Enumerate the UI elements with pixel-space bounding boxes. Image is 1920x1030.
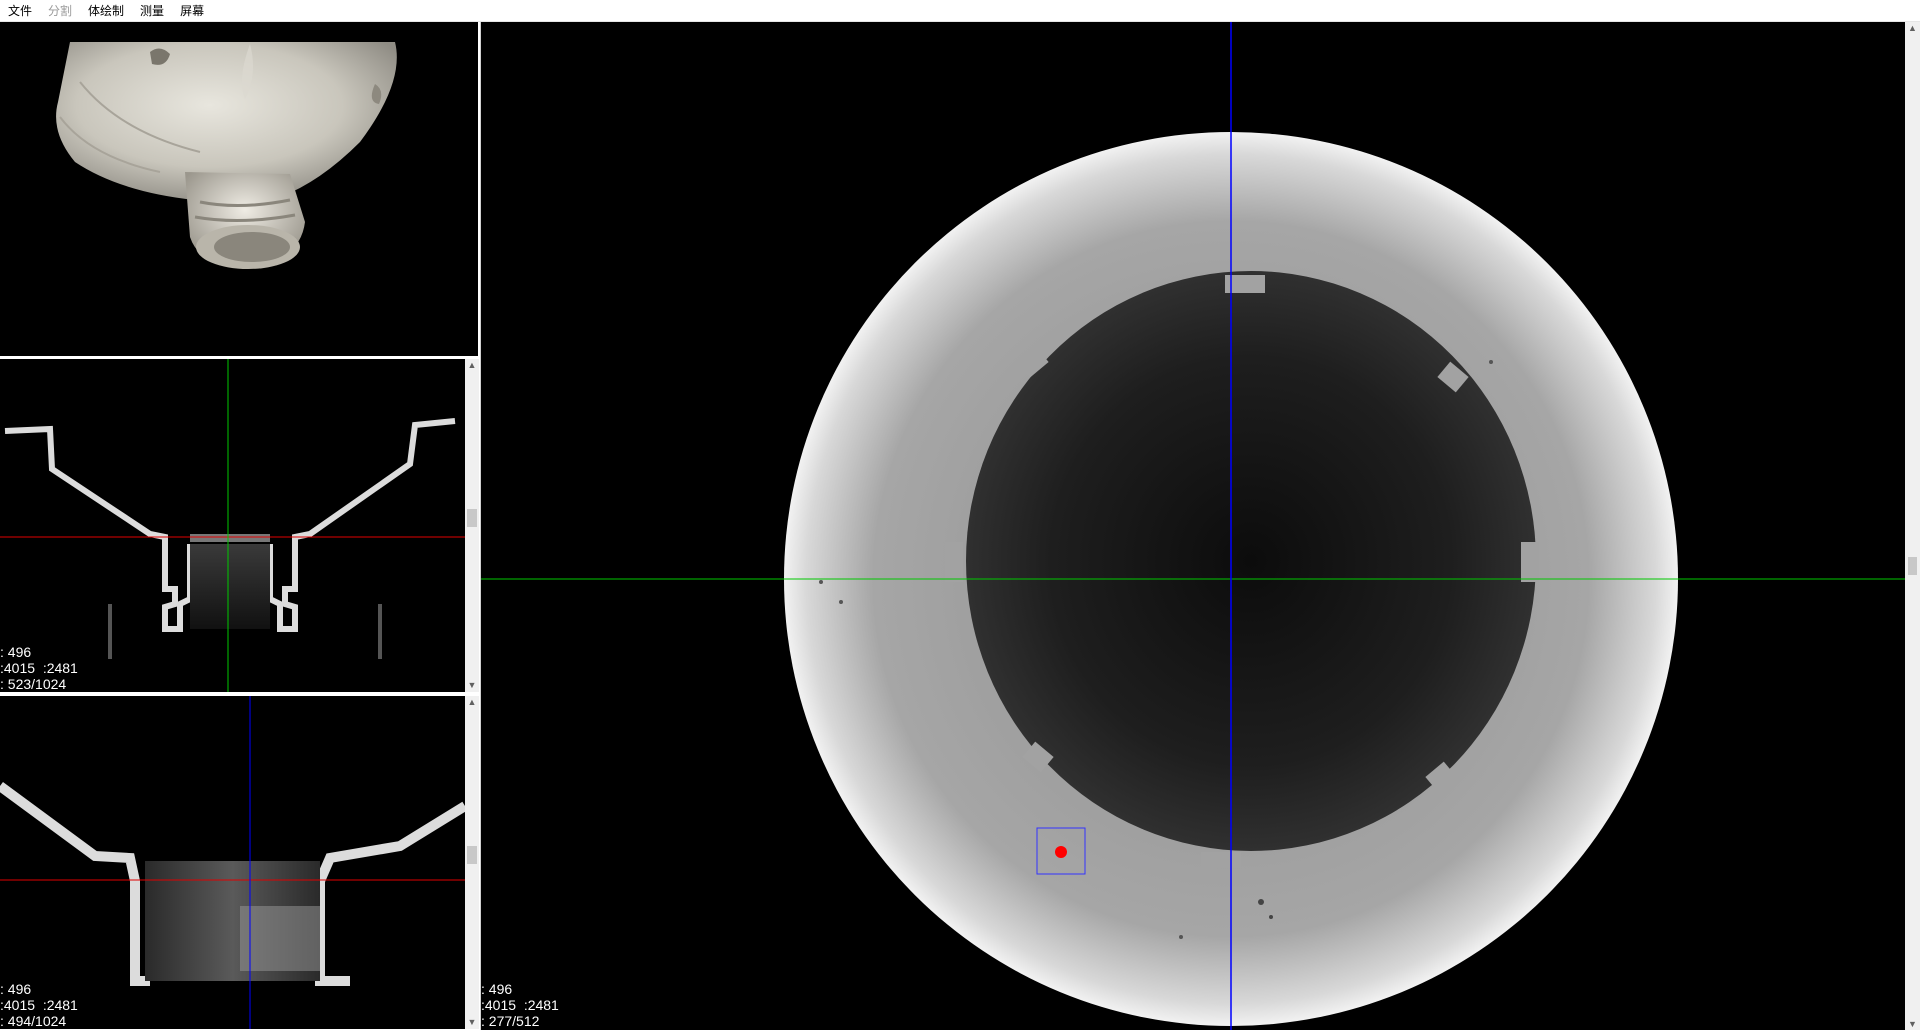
menu-file[interactable]: 文件: [0, 0, 40, 22]
menu-volume-render[interactable]: 体绘制: [80, 0, 132, 22]
left-panel: : 496 :4015 :2481 : 523/1024 ▲ ▼ : 496:…: [0, 22, 480, 1030]
volume-render-view[interactable]: [0, 22, 478, 356]
sagittal-slice-image: [0, 359, 465, 692]
axial-info-line2: :4015 :2481: [481, 997, 559, 1013]
sagittal-scroll-thumb[interactable]: [467, 509, 477, 527]
scroll-down-icon[interactable]: ▼: [1905, 1018, 1920, 1030]
menu-segmentation[interactable]: 分割: [40, 0, 80, 22]
coronal-scrollbar[interactable]: ▲ ▼: [465, 696, 479, 1029]
coronal-scroll-thumb[interactable]: [467, 846, 477, 864]
coronal-slice-view[interactable]: : 496 :4015 :2481 : 494/1024: [0, 696, 465, 1029]
volume-render-image: [56, 42, 397, 269]
sagittal-slice-view[interactable]: : 496 :4015 :2481 : 523/1024: [0, 359, 465, 692]
sagittal-info-line3: : 523/1024: [0, 676, 67, 692]
defect-marker: [1055, 846, 1067, 858]
scroll-up-icon[interactable]: ▲: [1905, 22, 1920, 34]
sagittal-scrollbar[interactable]: ▲ ▼: [465, 359, 479, 692]
axial-scrollbar[interactable]: ▲ ▼: [1905, 22, 1920, 1030]
axial-scroll-thumb[interactable]: [1908, 557, 1917, 575]
sagittal-info-line2: :4015 :2481: [0, 660, 78, 676]
sagittal-info-line1: : 496: [0, 644, 32, 660]
coronal-info-line1: : 496: [0, 981, 32, 997]
coronal-info-line2: :4015 :2481: [0, 997, 78, 1013]
menu-measure[interactable]: 测量: [132, 0, 172, 22]
axial-slice-image: [481, 22, 1905, 1030]
scroll-up-icon[interactable]: ▲: [465, 359, 479, 371]
scroll-up-icon[interactable]: ▲: [465, 696, 479, 708]
menu-bar: 文件 分割 体绘制 测量 屏幕: [0, 0, 1920, 22]
scroll-down-icon[interactable]: ▼: [465, 1016, 479, 1028]
axial-info-line1: : 496: [481, 981, 513, 997]
menu-screen[interactable]: 屏幕: [172, 0, 212, 22]
coronal-info-line3: : 494/1024: [0, 1013, 67, 1029]
axial-info-line3: : 277/512: [481, 1013, 540, 1029]
scroll-down-icon[interactable]: ▼: [465, 679, 479, 691]
axial-slice-view[interactable]: : 496 :4015 :2481 : 277/512: [481, 22, 1905, 1030]
coronal-slice-image: [0, 696, 465, 1029]
